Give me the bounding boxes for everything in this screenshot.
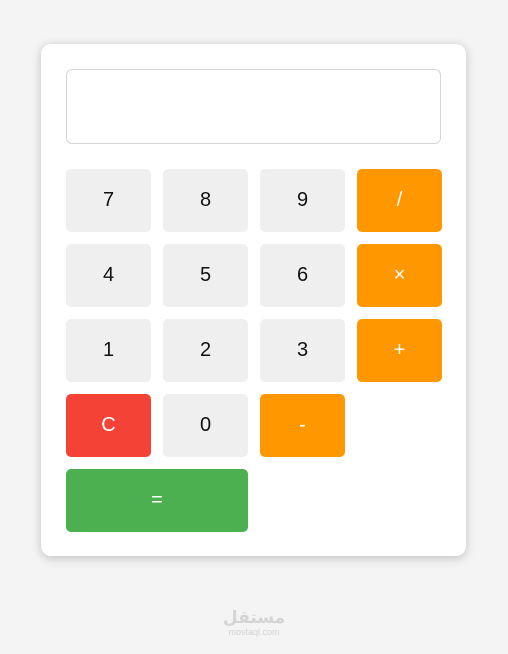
key-4[interactable]: 4 (66, 244, 151, 307)
key-1[interactable]: 1 (66, 319, 151, 382)
keypad: 7 8 9 / 4 5 6 × 1 2 3 + C 0 - = (66, 169, 442, 532)
display-field[interactable] (66, 69, 441, 144)
key-2[interactable]: 2 (163, 319, 248, 382)
divide-button[interactable]: / (357, 169, 442, 232)
key-6[interactable]: 6 (260, 244, 345, 307)
watermark-domain: mostaql.com (228, 627, 280, 637)
add-button[interactable]: + (357, 319, 442, 382)
key-9[interactable]: 9 (260, 169, 345, 232)
keypad-empty-slot (357, 394, 442, 457)
key-3[interactable]: 3 (260, 319, 345, 382)
key-5[interactable]: 5 (163, 244, 248, 307)
equals-button[interactable]: = (66, 469, 248, 532)
calculator-panel: 7 8 9 / 4 5 6 × 1 2 3 + C 0 - = (41, 44, 466, 556)
key-7[interactable]: 7 (66, 169, 151, 232)
multiply-button[interactable]: × (357, 244, 442, 307)
subtract-button[interactable]: - (260, 394, 345, 457)
watermark-brand: مستقل (222, 608, 286, 628)
key-8[interactable]: 8 (163, 169, 248, 232)
watermark-logo: مستقل mostaql.com (0, 610, 508, 637)
clear-button[interactable]: C (66, 394, 151, 457)
key-0[interactable]: 0 (163, 394, 248, 457)
